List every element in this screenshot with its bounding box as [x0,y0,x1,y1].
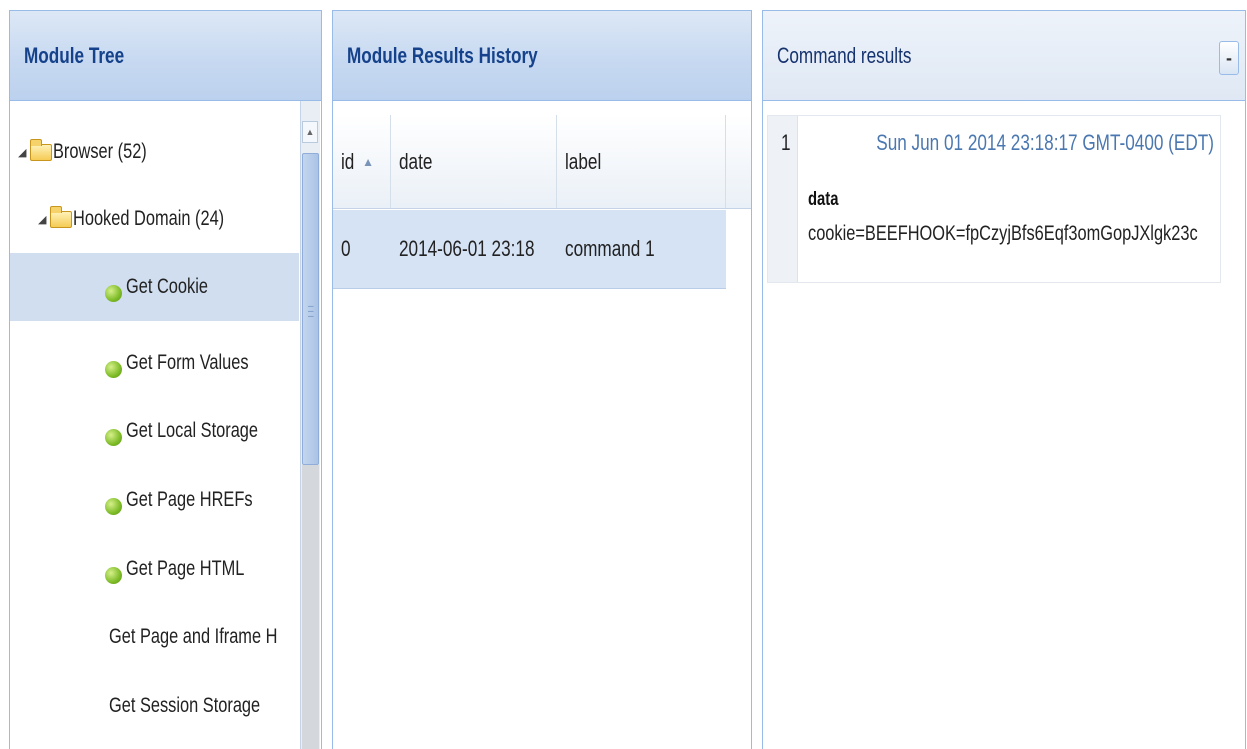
tree-item[interactable]: ◢ Hooked Domain (24) [10,185,299,253]
tree-item[interactable]: Get Page and Iframe H [10,603,299,671]
module-tree-body: ◢ Browser (52) ◢ Hooked Domain (24) Get Cook… [10,101,321,749]
result-number: 1 [768,116,798,282]
tree-item-label: Get Session Storage [109,694,261,717]
sort-ascending-icon: ▲ [362,154,375,169]
module-tree-header: Module Tree [10,11,321,101]
module-status-icon [105,360,122,378]
module-status-icon [105,428,122,446]
module-status-icon [105,497,122,515]
collapse-button[interactable]: - [1219,41,1239,75]
module-status-icon [105,284,122,302]
scroll-up-arrow-icon[interactable]: ▲ [302,121,318,143]
command-results-panel: Command results - 1 Sun Jun 01 2014 23:1… [762,10,1246,749]
tree-item-label: Browser (52) [53,140,147,163]
expand-toggle-icon[interactable]: ◢ [38,213,48,226]
scroll-grip-icon: – – – [308,301,314,322]
tree-item[interactable]: ◢ Browser (52) [10,118,299,186]
tree-item[interactable]: Get Form Values [10,329,299,397]
module-tree-panel: Module Tree ◢ Browser (52) ◢ Hooked Domain … [9,10,322,749]
module-tree-title: Module Tree [24,42,125,68]
module-results-history-panel: Module Results History id ▲ date label 0… [332,10,752,749]
expand-toggle-icon[interactable]: ◢ [18,146,28,159]
result-value: cookie=BEEFHOOK=fpCzyjBfs6Eqf3omGopJXlgk… [808,222,1198,245]
tree-item[interactable]: Get Cookie [10,253,299,321]
tree-scrollbar[interactable]: ▲ – – – [300,101,320,749]
command-results-header: Command results - [763,11,1245,101]
command-results-title: Command results [777,42,912,68]
tree-item-label: Get Form Values [126,351,249,374]
column-header-date[interactable]: date [391,115,557,208]
result-key-label: data [808,189,839,210]
scroll-track-lower[interactable] [302,465,319,749]
tree-item[interactable]: Get Page HREFs [10,466,299,534]
folder-icon [30,138,52,161]
tree-item-label: Get Local Storage [126,419,259,442]
column-header-id[interactable]: id ▲ [333,115,391,208]
module-results-history-title: Module Results History [347,42,538,68]
scroll-thumb[interactable]: – – – [302,153,319,465]
history-table-row[interactable]: 0 2014-06-01 23:18 command 1 [333,210,726,289]
tree-item-label: Get Page HREFs [126,488,253,511]
tree-item-label: Hooked Domain (24) [73,207,225,230]
row-id-cell: 0 [341,236,351,261]
module-status-icon [105,566,122,584]
command-result-entry: 1 Sun Jun 01 2014 23:18:17 GMT-0400 (EDT… [767,115,1221,283]
row-label-cell: command 1 [565,236,655,261]
folder-icon [50,205,72,228]
tree-item-label: Get Page HTML [126,557,245,580]
column-header-label[interactable]: label [557,115,726,208]
tree-item[interactable]: Get Session Storage [10,672,299,740]
tree-item-label: Get Page and Iframe H [109,625,278,648]
module-results-history-header: Module Results History [333,11,751,101]
tree-item[interactable]: Get Local Storage [10,397,299,465]
tree-item[interactable]: Get Page HTML [10,535,299,603]
history-grid-header: id ▲ date label [333,115,751,209]
row-date-cell: 2014-06-01 23:18 [399,236,535,261]
result-timestamp: Sun Jun 01 2014 23:18:17 GMT-0400 (EDT) [876,130,1214,155]
tree-item-label: Get Cookie [126,275,208,298]
